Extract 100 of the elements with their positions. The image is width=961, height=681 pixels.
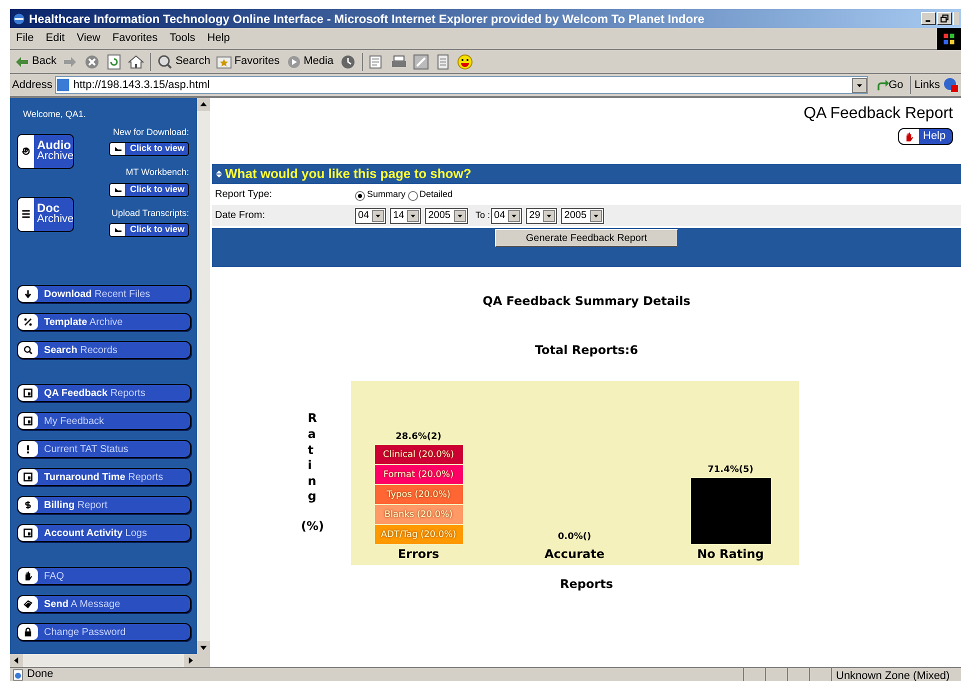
date-select[interactable]: 04 [491,208,522,224]
quick-link-label: MT Workbench: [126,166,189,179]
up-down-icon [215,168,223,180]
archive-button[interactable]: Doc Archive [17,196,74,232]
radio-option[interactable]: Detailed [408,188,453,202]
star-folder-icon [216,54,232,70]
field-label: Report Type: [215,188,274,202]
category-label: Accurate [544,546,604,563]
menu-item[interactable]: Edit [40,30,71,47]
go-button[interactable]: Go [870,76,908,94]
menu-item[interactable]: Help [201,30,236,47]
hand-icon [23,571,33,581]
stop-icon [84,54,100,70]
caret-icon [856,82,863,88]
toolbar-button[interactable] [390,54,407,70]
nav-button[interactable]: Search Records [17,341,191,359]
hand-icon [904,132,914,142]
date-select[interactable]: 29 [526,208,558,224]
radio-button[interactable] [408,191,418,202]
report-icon [23,388,33,398]
welcome-text: Welcome, QA1. [23,108,87,121]
category-label: Errors [398,546,440,563]
nav-button[interactable]: Billing Report [17,496,191,514]
address-label: Address [12,78,52,93]
percent-icon [23,317,33,327]
lock-icon [23,627,33,637]
search-icon [23,345,33,355]
menu-item[interactable]: Tools [164,30,202,47]
date-select[interactable]: 2005 [425,208,468,224]
go-arrow-icon [874,78,889,92]
menu-item[interactable]: File [10,30,40,47]
restore-button[interactable] [937,12,952,25]
field-label: Date From: [215,209,266,223]
value-label: 0.0%() [558,530,592,544]
axis-label: Reports [560,576,613,593]
caret-icon [456,212,462,218]
bar-segment: ADT/Tag (20.0%) [374,525,462,544]
down-arrow-icon [23,289,33,299]
axis-unit: (%) [301,518,324,535]
nav-button[interactable]: Template Archive [17,313,191,331]
toolbar-button[interactable] [412,54,429,70]
envelope-icon [23,599,33,609]
panel-title: What would you like this page to show? [225,165,472,184]
vertical-scrollbar[interactable] [197,98,210,654]
address-field[interactable]: http://198.143.3.15/asp.html [55,76,868,94]
click-to-view-button[interactable]: Click to view [109,142,189,156]
media-icon [286,54,302,70]
report-icon [23,416,33,426]
dropdown-button[interactable] [852,78,867,92]
report-icon [23,528,33,538]
quick-link-label: Upload Transcripts: [111,206,189,220]
caret-icon [410,212,416,218]
browser-icon [12,12,26,26]
menu-item[interactable]: View [70,30,106,47]
archive-button[interactable]: Audio Archive [17,134,74,168]
radio-option[interactable]: Summary [355,188,406,202]
nav-button[interactable]: Turnaround Time Reports [17,468,191,486]
click-to-view-button[interactable]: Click to view [109,182,189,196]
toolbar-button[interactable]: Media [286,53,334,70]
toolbar-button[interactable]: Back [14,53,56,70]
toolbar-button[interactable] [456,54,473,70]
toolbar-button[interactable]: Favorites [216,53,280,70]
menu-item[interactable]: Favorites [106,30,164,47]
edit-icon [412,54,429,70]
chart-title: QA Feedback Summary Details [482,293,690,310]
report-icon [23,472,33,482]
nav-button[interactable]: Current TAT Status [17,440,191,458]
smiley-icon [456,54,473,70]
horizontal-scrollbar[interactable] [10,654,197,667]
dollar-icon [23,500,33,510]
nav-button[interactable]: My Feedback [17,412,191,430]
generate-report-button[interactable]: Generate Feedback Report [495,229,678,247]
minimize-button[interactable] [921,12,936,25]
toolbar-button[interactable] [128,54,144,70]
pdf-icon [943,77,959,93]
toolbar-button[interactable]: Search [157,53,210,70]
links-button[interactable]: Links [914,76,940,94]
nav-button[interactable]: Download Recent Files [17,285,191,303]
quick-link-label: New for Download: [112,126,189,138]
help-button[interactable]: Help [898,128,953,145]
value-label: 71.4%(5) [708,464,754,476]
windows-flag-icon [942,32,956,46]
nav-button[interactable]: FAQ [17,567,191,585]
toolbar-button[interactable] [340,54,356,70]
nav-button[interactable]: QA Feedback Reports [17,384,191,402]
radio-button[interactable] [355,191,365,202]
date-select[interactable]: 14 [390,208,422,224]
printer-icon [390,54,407,70]
nav-button[interactable]: Change Password [17,623,191,641]
window-title: Healthcare Information Technology Online Interface - Microsoft Internet Explorer provided by Welcom To Planet Indore [29,10,706,28]
caret-icon [592,212,599,218]
restore-icon [940,14,949,23]
caret-icon [546,212,552,218]
date-select[interactable]: 04 [355,208,386,224]
click-to-view-button[interactable]: Click to view [109,223,189,237]
date-select[interactable]: 2005 [561,208,604,224]
to-label: To : [476,208,490,222]
nav-button[interactable]: Account Activity Logs [17,524,191,542]
toolbar-button[interactable] [106,54,122,70]
nav-button[interactable]: Send A Message [17,595,191,613]
